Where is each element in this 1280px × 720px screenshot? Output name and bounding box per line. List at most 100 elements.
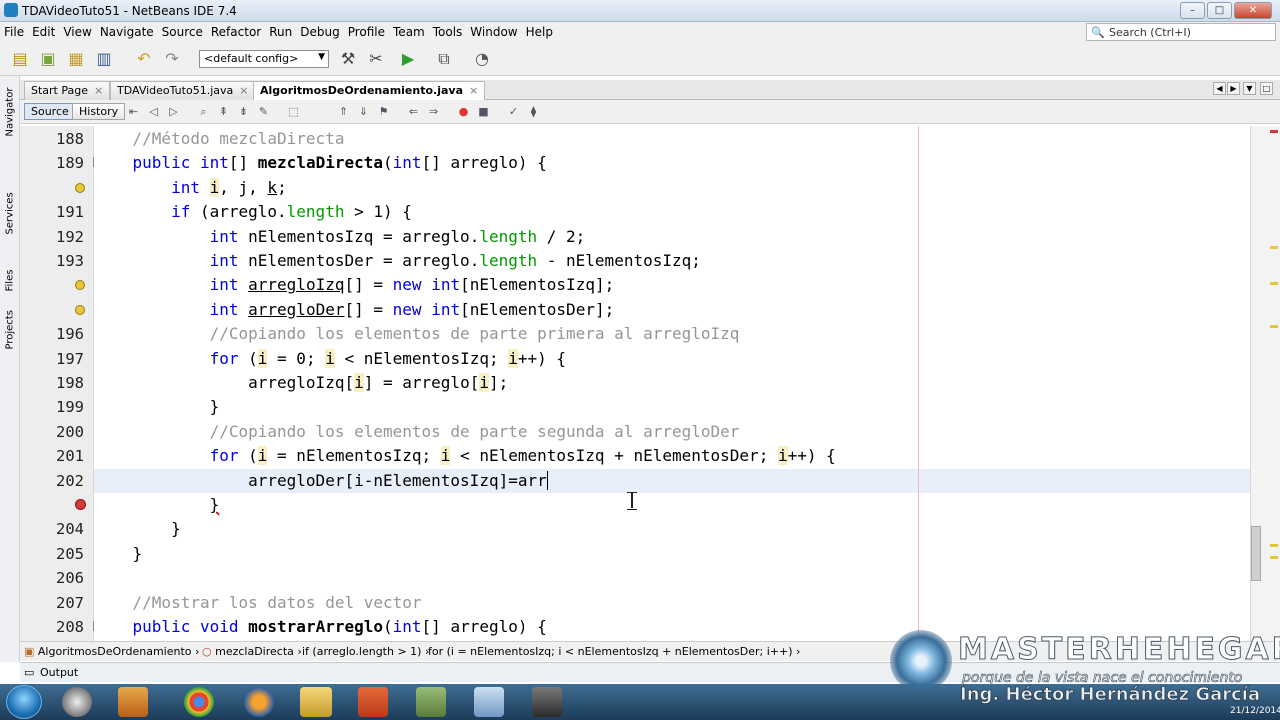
code-line[interactable]: arregloIzq[i] = arreglo[i]; bbox=[94, 371, 1250, 395]
close-button[interactable]: ✕ bbox=[1234, 2, 1272, 19]
error-icon[interactable] bbox=[75, 499, 86, 510]
code-line[interactable]: //Copiando los elementos de parte primer… bbox=[94, 322, 1250, 346]
code-line[interactable]: } bbox=[94, 517, 1250, 541]
clock-app-icon[interactable] bbox=[62, 687, 92, 717]
code-line[interactable]: } bbox=[94, 493, 1250, 517]
hint-bulb-icon[interactable] bbox=[75, 280, 85, 291]
menu-view[interactable]: View bbox=[59, 22, 95, 42]
hint-bulb-icon[interactable] bbox=[75, 304, 85, 315]
code-line[interactable]: if (arreglo.length > 1) { bbox=[94, 200, 1250, 224]
find-previous-icon[interactable]: ⇞ bbox=[216, 104, 231, 119]
chrome-icon[interactable] bbox=[184, 687, 214, 717]
redo-icon[interactable]: ↷ bbox=[162, 49, 182, 69]
editor-vertical-scrollbar[interactable] bbox=[1250, 126, 1280, 641]
code-line[interactable]: public int[] mezclaDirecta(int[] arreglo… bbox=[94, 151, 1250, 175]
find-selection-icon[interactable]: ⌕ bbox=[196, 104, 211, 119]
breadcrumb-method[interactable]: ○ mezclaDirecta › bbox=[202, 645, 302, 658]
toggle-rectangular-selection-icon[interactable]: ⬚ bbox=[286, 104, 301, 119]
menu-run[interactable]: Run bbox=[265, 22, 296, 42]
close-tab-icon[interactable]: × bbox=[239, 84, 248, 97]
tab-tdavideotuto51[interactable]: TDAVideoTuto51.java × bbox=[110, 81, 256, 100]
menu-team[interactable]: Team bbox=[389, 22, 429, 42]
error-stripe-mark[interactable] bbox=[1270, 556, 1278, 559]
error-stripe-mark[interactable] bbox=[1270, 282, 1278, 285]
rail-projects[interactable]: Projects bbox=[5, 310, 16, 349]
stop-macro-recording-icon[interactable]: ■ bbox=[476, 104, 491, 119]
close-tab-icon[interactable]: × bbox=[94, 84, 103, 97]
hint-bulb-icon[interactable] bbox=[75, 182, 85, 193]
code-line[interactable]: int arregloIzq[] = new int[nElementosIzq… bbox=[94, 273, 1250, 297]
previous-bookmark-icon[interactable]: ⇑ bbox=[336, 104, 351, 119]
menu-source[interactable]: Source bbox=[158, 22, 207, 42]
show-opened-docs-icon[interactable]: ▼ bbox=[1243, 82, 1256, 95]
history-view-button[interactable]: History bbox=[72, 103, 126, 120]
menu-window[interactable]: Window bbox=[466, 22, 521, 42]
close-tab-icon[interactable]: × bbox=[469, 84, 478, 97]
code-line[interactable]: } bbox=[94, 395, 1250, 419]
recorder-app-icon[interactable] bbox=[532, 687, 562, 717]
last-edit-icon[interactable]: ⇤ bbox=[126, 104, 141, 119]
shift-left-icon[interactable]: ⇐ bbox=[406, 104, 421, 119]
clean-build-icon[interactable]: ✂ bbox=[366, 49, 386, 69]
open-project-icon[interactable]: ▦ bbox=[66, 49, 86, 69]
maximize-editor-icon[interactable]: □ bbox=[1260, 82, 1273, 95]
tab-algoritmos[interactable]: AlgoritmosDeOrdenamiento.java × bbox=[253, 81, 486, 100]
uncomment-icon[interactable]: ⧫ bbox=[526, 104, 541, 119]
start-macro-recording-icon[interactable]: ● bbox=[456, 104, 471, 119]
scroll-tabs-right-icon[interactable]: ▶ bbox=[1227, 82, 1240, 95]
minimize-button[interactable]: – bbox=[1180, 2, 1205, 19]
undo-icon[interactable]: ↶ bbox=[134, 49, 154, 69]
error-stripe-mark[interactable] bbox=[1270, 246, 1278, 249]
rail-files[interactable]: Files bbox=[5, 270, 16, 292]
config-select[interactable]: <default config> ▼ bbox=[199, 50, 329, 68]
code-line[interactable]: } bbox=[94, 542, 1250, 566]
netbeans-taskbar-icon[interactable] bbox=[474, 687, 504, 717]
code-editor[interactable]: //Método mezclaDirecta public int[] mezc… bbox=[94, 126, 1250, 641]
tab-start-page[interactable]: Start Page × bbox=[24, 81, 111, 100]
firefox-icon[interactable] bbox=[244, 687, 274, 717]
code-line[interactable]: //Mostrar los datos del vector bbox=[94, 591, 1250, 615]
maximize-button[interactable]: □ bbox=[1207, 2, 1232, 19]
code-line[interactable]: int i, j, k; bbox=[94, 176, 1250, 200]
source-view-button[interactable]: Source bbox=[24, 103, 76, 120]
media-player-icon[interactable] bbox=[118, 687, 148, 717]
menu-tools[interactable]: Tools bbox=[429, 22, 467, 42]
new-project-icon[interactable]: ▣ bbox=[38, 49, 58, 69]
code-line[interactable]: for (i = nElementosIzq; i < nElementosIz… bbox=[94, 444, 1250, 468]
code-line[interactable]: for (i = 0; i < nElementosIzq; i++) { bbox=[94, 347, 1250, 371]
code-line[interactable]: int arregloDer[] = new int[nElementosDer… bbox=[94, 298, 1250, 322]
code-line[interactable]: //Método mezclaDirecta bbox=[94, 127, 1250, 151]
code-line[interactable]: int nElementosIzq = arreglo.length / 2; bbox=[94, 225, 1250, 249]
toggle-bookmark-icon[interactable]: ⚑ bbox=[376, 104, 391, 119]
breadcrumb-for[interactable]: for (i = nElementosIzq; i < nElementosIz… bbox=[428, 645, 800, 658]
debug-project-icon[interactable]: ⧉ bbox=[434, 49, 454, 69]
breadcrumb-if[interactable]: if (arreglo.length > 1) › bbox=[302, 645, 429, 658]
error-stripe-mark[interactable] bbox=[1270, 544, 1278, 547]
next-bookmark-icon[interactable]: ⇓ bbox=[356, 104, 371, 119]
save-all-icon[interactable]: ▥ bbox=[94, 49, 114, 69]
file-explorer-icon[interactable] bbox=[300, 687, 332, 717]
run-project-icon[interactable]: ▶ bbox=[398, 49, 418, 69]
output-tab[interactable]: Output bbox=[40, 666, 78, 679]
rail-services[interactable]: Services bbox=[5, 192, 16, 234]
find-next-icon[interactable]: ⇟ bbox=[236, 104, 251, 119]
comment-icon[interactable]: ✓ bbox=[506, 104, 521, 119]
forward-icon[interactable]: ▷ bbox=[166, 104, 181, 119]
back-icon[interactable]: ◁ bbox=[146, 104, 161, 119]
menu-debug[interactable]: Debug bbox=[296, 22, 343, 42]
new-file-icon[interactable]: ▤ bbox=[10, 49, 30, 69]
start-button[interactable] bbox=[6, 685, 42, 719]
notes-app-icon[interactable] bbox=[416, 687, 446, 717]
toggle-highlight-icon[interactable]: ✎ bbox=[256, 104, 271, 119]
code-line[interactable]: int nElementosDer = arreglo.length - nEl… bbox=[94, 249, 1250, 273]
scroll-tabs-left-icon[interactable]: ◀ bbox=[1213, 82, 1226, 95]
rail-navigator[interactable]: Navigator bbox=[5, 88, 16, 137]
search-box[interactable]: 🔍 Search (Ctrl+I) bbox=[1086, 23, 1276, 41]
menu-edit[interactable]: Edit bbox=[28, 22, 59, 42]
code-line[interactable]: arregloDer[i-nElementosIzq]=arr bbox=[94, 468, 1250, 493]
code-line[interactable] bbox=[94, 566, 1250, 590]
breadcrumb-class[interactable]: ▣ AlgoritmosDeOrdenamiento › bbox=[24, 645, 199, 658]
error-stripe-mark[interactable] bbox=[1270, 130, 1278, 133]
profile-project-icon[interactable]: ◔ bbox=[472, 49, 492, 69]
menu-help[interactable]: Help bbox=[522, 22, 557, 42]
